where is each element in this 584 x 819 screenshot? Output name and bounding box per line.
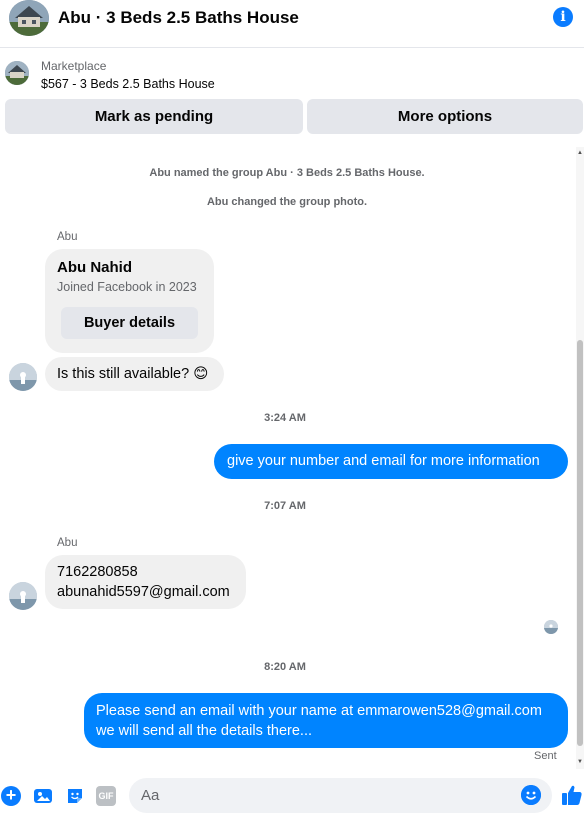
message-phone: 7162280858 <box>57 564 138 580</box>
chat-title: Abu · 3 Beds 2.5 Baths House <box>58 8 299 27</box>
message-bubble-in: 7162280858 abunahid5597@gmail.com <box>45 555 246 609</box>
profile-name: Abu Nahid <box>57 259 132 276</box>
scrollbar-thumb[interactable] <box>577 340 583 746</box>
message-bubble-out: Please send an email with your name at e… <box>84 693 568 748</box>
like-icon[interactable] <box>561 784 583 806</box>
sender-avatar[interactable] <box>9 582 37 610</box>
group-avatar[interactable] <box>9 0 49 36</box>
message-thread[interactable]: Abu named the group Abu · 3 Beds 2.5 Bat… <box>0 147 584 769</box>
listing-thumbnail[interactable] <box>5 61 29 85</box>
timestamp: 3:24 AM <box>264 412 306 424</box>
sender-name: Abu <box>57 537 78 549</box>
marketplace-label: Marketplace <box>41 59 107 73</box>
message-bubble-out: give your number and email for more info… <box>214 444 568 479</box>
profile-joined: Joined Facebook in 2023 <box>57 280 197 294</box>
system-message: Abu named the group Abu · 3 Beds 2.5 Bat… <box>149 167 425 179</box>
profile-card: Abu Nahid Joined Facebook in 2023 Buyer … <box>45 249 214 353</box>
sender-avatar[interactable] <box>9 363 37 391</box>
timestamp: 8:20 AM <box>264 661 306 673</box>
buyer-details-button[interactable]: Buyer details <box>61 307 198 339</box>
message-email[interactable]: abunahid5597@gmail.com <box>57 582 234 602</box>
message-input-placeholder: Aa <box>141 787 160 804</box>
message-bubble-in: Is this still available? 😊 <box>45 357 224 391</box>
chat-header: Abu · 3 Beds 2.5 Baths House i <box>0 0 584 48</box>
message-line: Please send an email with your name at e… <box>96 703 542 719</box>
sender-name: Abu <box>57 231 78 243</box>
seen-avatar <box>544 620 558 634</box>
scroll-up-arrow-icon[interactable]: ▲ <box>577 150 583 156</box>
marketplace-banner: Marketplace $567 - 3 Beds 2.5 Baths Hous… <box>0 49 584 146</box>
plus-icon[interactable]: + <box>1 786 21 806</box>
photo-icon[interactable] <box>33 786 53 806</box>
timestamp: 7:07 AM <box>264 500 306 512</box>
sticker-icon[interactable] <box>65 786 85 806</box>
listing-title[interactable]: $567 - 3 Beds 2.5 Baths House <box>41 77 215 91</box>
message-input[interactable]: Aa <box>129 778 552 813</box>
more-options-button[interactable]: More options <box>307 99 583 134</box>
info-icon[interactable]: i <box>553 7 573 27</box>
mark-as-pending-button[interactable]: Mark as pending <box>5 99 303 134</box>
scroll-down-arrow-icon[interactable]: ▼ <box>577 759 583 765</box>
message-line: we will send all the details there... <box>96 723 312 739</box>
emoji-icon[interactable] <box>521 785 541 805</box>
message-composer: + GIF Aa <box>0 769 584 819</box>
system-message: Abu changed the group photo. <box>206 196 368 208</box>
gif-icon[interactable]: GIF <box>96 786 116 806</box>
sent-status: Sent <box>534 750 557 762</box>
